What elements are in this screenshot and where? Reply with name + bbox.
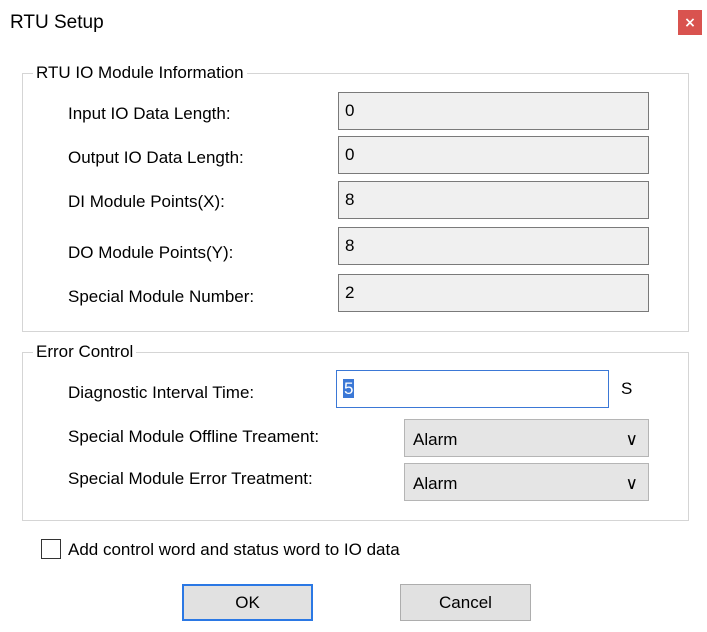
error-treatment-select[interactable]: Alarm ∨ bbox=[404, 463, 649, 501]
add-control-word-label[interactable]: Add control word and status word to IO d… bbox=[68, 540, 400, 560]
close-button[interactable]: × bbox=[678, 10, 702, 35]
cancel-button[interactable]: Cancel bbox=[400, 584, 531, 621]
error-control-group-legend: Error Control bbox=[33, 342, 137, 362]
diagnostic-interval-label: Diagnostic Interval Time: bbox=[68, 383, 255, 402]
special-module-number-label: Special Module Number: bbox=[68, 287, 255, 306]
diagnostic-interval-unit: S bbox=[621, 379, 633, 398]
special-module-number-field[interactable]: 2 bbox=[338, 274, 649, 312]
diagnostic-interval-value: 5 bbox=[343, 379, 355, 398]
offline-treatment-select[interactable]: Alarm ∨ bbox=[404, 419, 649, 457]
offline-treatment-label: Special Module Offline Treament: bbox=[68, 427, 320, 446]
offline-treatment-value: Alarm bbox=[413, 430, 458, 449]
diagnostic-interval-field[interactable]: 5 bbox=[336, 370, 609, 408]
output-io-length-field[interactable]: 0 bbox=[338, 136, 649, 174]
ok-button[interactable]: OK bbox=[182, 584, 313, 621]
error-treatment-value: Alarm bbox=[413, 474, 458, 493]
add-control-word-checkbox[interactable] bbox=[41, 539, 61, 559]
chevron-down-icon: ∨ bbox=[625, 430, 638, 449]
di-points-field[interactable]: 8 bbox=[338, 181, 649, 219]
do-points-label: DO Module Points(Y): bbox=[68, 243, 234, 262]
do-points-field[interactable]: 8 bbox=[338, 227, 649, 265]
dialog-title: RTU Setup bbox=[10, 12, 104, 33]
output-io-length-label: Output IO Data Length: bbox=[68, 148, 244, 167]
input-io-length-label: Input IO Data Length: bbox=[68, 104, 231, 123]
chevron-down-icon: ∨ bbox=[625, 474, 638, 493]
di-points-label: DI Module Points(X): bbox=[68, 192, 225, 211]
input-io-length-field[interactable]: 0 bbox=[338, 92, 649, 130]
io-module-group-legend: RTU IO Module Information bbox=[33, 63, 247, 83]
close-icon: × bbox=[684, 14, 696, 31]
error-treatment-label: Special Module Error Treatment: bbox=[68, 469, 313, 488]
